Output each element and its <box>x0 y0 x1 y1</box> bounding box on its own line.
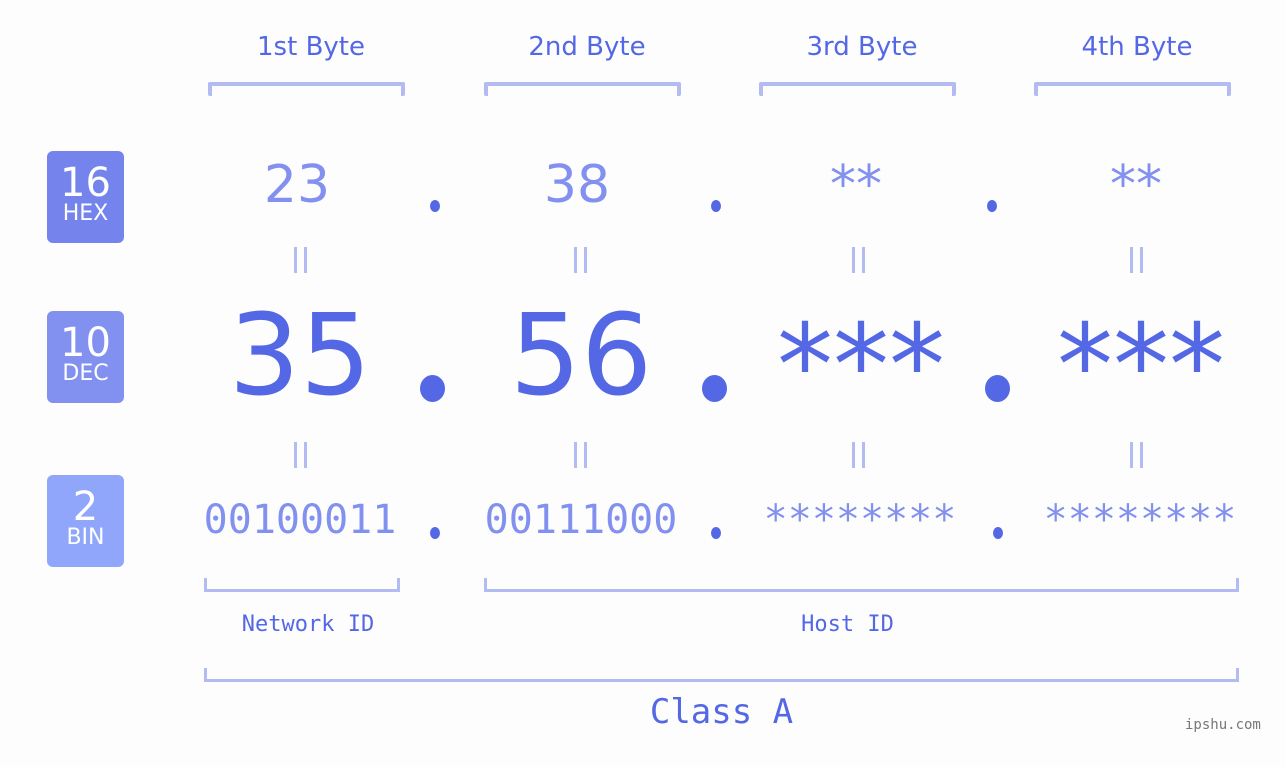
byte-bracket-2 <box>484 82 681 96</box>
byte-bracket-1 <box>208 82 405 96</box>
hex-badge-number: 16 <box>60 160 111 206</box>
dec-value-1: 35 <box>228 291 372 421</box>
network-id-label: Network ID <box>241 612 375 637</box>
bin-badge: 2 BIN <box>47 475 124 567</box>
hex-badge: 16 HEX <box>47 151 124 243</box>
equals-icon <box>291 247 311 273</box>
hex-separator-dot-1 <box>430 200 440 212</box>
bin-value-4: ******** <box>1043 497 1237 543</box>
dec-badge: 10 DEC <box>47 311 124 403</box>
equals-icon <box>571 442 591 468</box>
class-label: Class A <box>649 692 794 732</box>
bin-badge-label: BIN <box>66 525 105 550</box>
dec-badge-label: DEC <box>62 361 109 386</box>
bin-value-3: ******** <box>763 497 957 543</box>
dec-value-4: *** <box>1057 301 1225 431</box>
equals-icon <box>571 247 591 273</box>
site-credit: ipshu.com <box>1185 717 1261 733</box>
hex-value-4: ** <box>1110 155 1162 215</box>
hex-separator-dot-3 <box>987 200 997 212</box>
bin-separator-dot-2 <box>711 527 721 539</box>
equals-icon <box>1127 442 1147 468</box>
dec-separator-dot-1 <box>420 375 445 402</box>
hex-separator-dot-2 <box>711 200 721 212</box>
hex-value-2: 38 <box>543 155 611 215</box>
equals-icon <box>849 442 869 468</box>
byte-bracket-4 <box>1034 82 1231 96</box>
byte-header-4: 4th Byte <box>1081 32 1193 62</box>
byte-header-3: 3rd Byte <box>806 32 918 62</box>
bin-value-2: 00111000 <box>484 497 678 543</box>
bin-badge-number: 2 <box>72 484 99 530</box>
host-id-bracket <box>484 578 1239 592</box>
class-bracket <box>204 668 1239 682</box>
equals-icon <box>849 247 869 273</box>
host-id-label: Host ID <box>801 612 894 637</box>
network-id-bracket <box>204 578 400 592</box>
dec-value-3: *** <box>777 301 945 431</box>
dec-separator-dot-2 <box>702 375 727 402</box>
dec-separator-dot-3 <box>985 375 1010 402</box>
hex-value-1: 23 <box>263 155 331 215</box>
equals-icon <box>1127 247 1147 273</box>
byte-bracket-3 <box>759 82 956 96</box>
bin-value-1: 00100011 <box>203 497 397 543</box>
dec-badge-number: 10 <box>60 320 111 366</box>
byte-header-1: 1st Byte <box>257 32 365 62</box>
bin-separator-dot-3 <box>993 527 1003 539</box>
dec-value-2: 56 <box>509 291 653 421</box>
hex-value-3: ** <box>830 155 882 215</box>
equals-icon <box>291 442 311 468</box>
bin-separator-dot-1 <box>430 527 440 539</box>
byte-header-2: 2nd Byte <box>528 32 646 62</box>
hex-badge-label: HEX <box>62 201 109 226</box>
